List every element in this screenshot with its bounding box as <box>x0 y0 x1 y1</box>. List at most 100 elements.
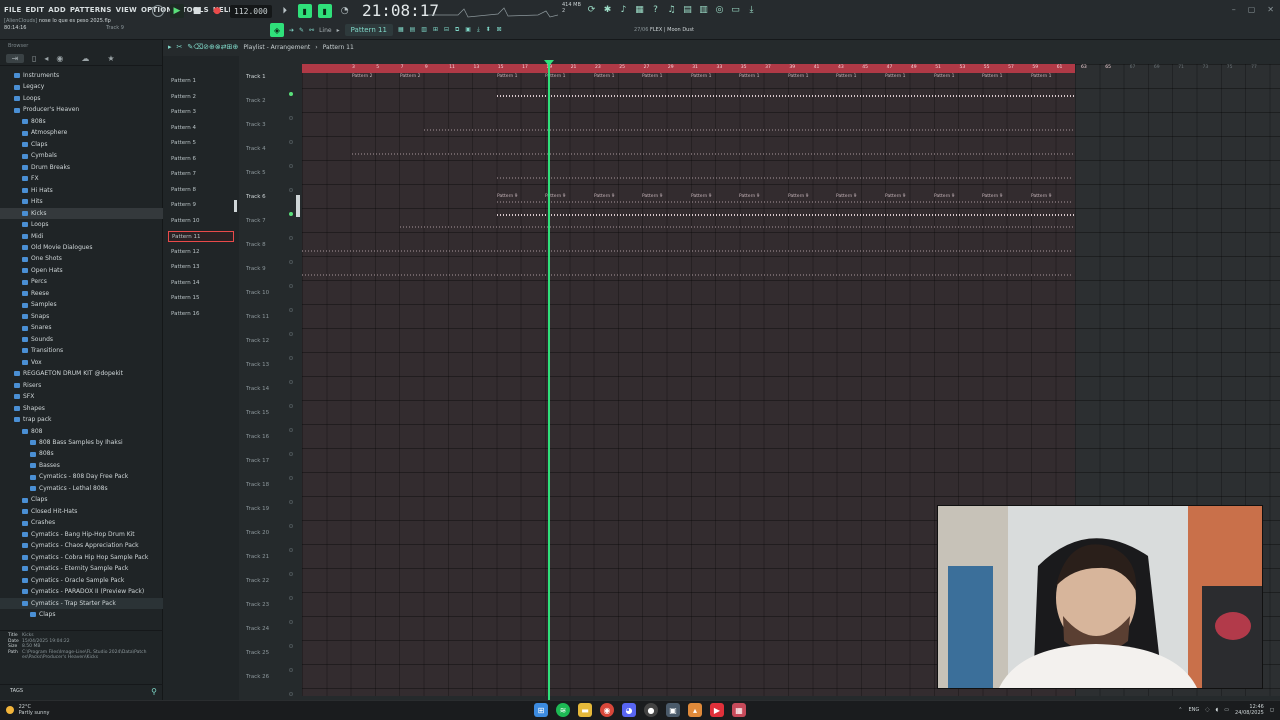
clip-label[interactable]: Pattern 1 <box>885 74 905 79</box>
track-mute-toggle[interactable] <box>289 596 293 600</box>
playlist-icon[interactable]: ▤ <box>682 4 693 15</box>
track-mute-toggle[interactable] <box>289 476 293 480</box>
track-label[interactable]: Track 23 <box>246 602 269 608</box>
pattern-item[interactable]: Pattern 3 <box>168 107 234 118</box>
clip-label[interactable]: Pattern 9 <box>934 194 954 199</box>
browser-folder[interactable]: Transitions <box>0 345 163 356</box>
track-mute-toggle[interactable] <box>289 500 293 504</box>
clip-label[interactable]: Pattern 9 <box>788 194 808 199</box>
video-icon[interactable]: ▭ <box>730 4 741 15</box>
track-mute-toggle[interactable] <box>289 308 293 312</box>
loop-record-icon[interactable]: ▮ <box>317 4 332 18</box>
pattern-item[interactable]: Pattern 10 <box>168 216 234 227</box>
browser-folder[interactable]: Snaps <box>0 311 163 322</box>
browser-folder[interactable]: Cymatics - Chaos Appreciation Pack <box>0 540 163 551</box>
mixer-icon[interactable]: ✱ <box>602 4 613 15</box>
pattern-arrow-icon[interactable]: ▸ <box>337 27 340 34</box>
track-mute-toggle[interactable] <box>289 620 293 624</box>
track-mute-toggle[interactable] <box>289 380 293 384</box>
browser-folder[interactable]: SFX <box>0 391 163 402</box>
clip-label[interactable]: Pattern 1 <box>788 74 808 79</box>
browser-folder[interactable]: Cymatics - Oracle Sample Pack <box>0 575 163 586</box>
chrome-icon[interactable]: ◉ <box>600 703 614 717</box>
track-label[interactable]: Track 12 <box>246 338 269 344</box>
browser-folder[interactable]: Cymatics - 808 Day Free Pack <box>0 471 163 482</box>
clock[interactable]: 12:46 24/08/2025 <box>1235 704 1264 716</box>
browser-folder[interactable]: Cymatics - PARADOX II (Preview Pack) <box>0 586 163 597</box>
pattern-song-toggle[interactable] <box>152 5 164 17</box>
clip-label[interactable]: Pattern 9 <box>836 194 856 199</box>
snap-mode[interactable]: Line <box>319 27 332 34</box>
track-label[interactable]: Track 19 <box>246 506 269 512</box>
track-label[interactable]: Track 5 <box>246 170 266 176</box>
browser-folder[interactable]: 808 <box>0 426 163 437</box>
close-icon[interactable]: ✕ <box>1267 5 1274 14</box>
browser-folder[interactable]: Claps <box>0 139 163 150</box>
track-mute-toggle[interactable] <box>289 212 293 216</box>
track-mute-toggle[interactable] <box>289 284 293 288</box>
track-mute-toggle[interactable] <box>289 404 293 408</box>
countdown-icon[interactable]: ◔ <box>338 4 352 18</box>
volume-icon[interactable]: ◖ <box>1216 707 1219 713</box>
track-mute-toggle[interactable] <box>289 692 293 696</box>
browser-folder[interactable]: Instruments <box>0 70 163 81</box>
clip-label[interactable]: Pattern 9 <box>497 194 517 199</box>
track-label[interactable]: Track 16 <box>246 434 269 440</box>
track-label[interactable]: Track 13 <box>246 362 269 368</box>
browser-folder[interactable]: Loops <box>0 93 163 104</box>
browser-folder[interactable]: Cymbals <box>0 150 163 161</box>
track-label[interactable]: Track 18 <box>246 482 269 488</box>
file-explorer-icon[interactable]: ▬ <box>578 703 592 717</box>
pattern-item[interactable]: Pattern 14 <box>168 278 234 289</box>
files-icon[interactable]: ▯ <box>32 54 36 63</box>
notification-icon[interactable]: ◻ <box>1270 707 1274 713</box>
pencil-icon[interactable]: ✎ <box>299 27 304 34</box>
discord-icon[interactable]: ◕ <box>622 703 636 717</box>
pattern-item[interactable]: Pattern 12 <box>168 247 234 258</box>
star-icon[interactable]: ★ <box>107 54 114 63</box>
track-resize-handle[interactable] <box>296 195 300 217</box>
spotify-icon[interactable]: ≋ <box>556 703 570 717</box>
piano-roll-icon[interactable]: ▦ <box>634 4 645 15</box>
refresh-icon[interactable]: ⟳ <box>586 4 597 15</box>
pattern-item[interactable]: Pattern 16 <box>168 309 234 320</box>
clip-label[interactable]: Pattern 1 <box>982 74 1002 79</box>
chat-icon[interactable]: ◎ <box>714 4 725 15</box>
browser-folder[interactable]: Kicks <box>0 207 163 220</box>
browser-folder[interactable]: Claps <box>0 609 163 620</box>
track-label[interactable]: Track 20 <box>246 530 269 536</box>
browser-folder[interactable]: Basses <box>0 460 163 471</box>
track-label[interactable]: Track 6 <box>246 194 266 200</box>
browser-folder[interactable]: Sounds <box>0 334 163 345</box>
download-icon[interactable]: ⤓ <box>746 4 757 15</box>
browser-folder[interactable]: Snares <box>0 322 163 333</box>
track-label[interactable]: Track 21 <box>246 554 269 560</box>
track-mute-toggle[interactable] <box>289 668 293 672</box>
browser-folder[interactable]: Loops <box>0 219 163 230</box>
clip-label[interactable]: Pattern 1 <box>497 74 517 79</box>
browser-folder[interactable]: Legacy <box>0 81 163 92</box>
browser-folder[interactable]: trap pack <box>0 414 163 425</box>
playhead[interactable] <box>548 62 550 700</box>
track-mute-toggle[interactable] <box>289 548 293 552</box>
clip-label[interactable]: Pattern 9 <box>642 194 662 199</box>
clip-label[interactable]: Pattern 9 <box>739 194 759 199</box>
pattern-item[interactable]: Pattern 1 <box>168 76 234 87</box>
maximize-icon[interactable]: ▢ <box>1248 5 1256 14</box>
clip-label[interactable]: Pattern 1 <box>642 74 662 79</box>
pattern-item[interactable]: Pattern 2 <box>168 92 234 103</box>
track-label[interactable]: Track 15 <box>246 410 269 416</box>
obs-icon[interactable]: ● <box>644 703 658 717</box>
browser-folder[interactable]: One Shots <box>0 254 163 265</box>
clip-label[interactable]: Pattern 1 <box>1031 74 1051 79</box>
menu-patterns[interactable]: PATTERNS <box>70 6 112 14</box>
track-mute-toggle[interactable] <box>289 524 293 528</box>
draw-tools-icon[interactable]: ✎⌫⊘⊕⊗⇄⊞⊕ <box>187 43 238 51</box>
track-mute-toggle[interactable] <box>289 644 293 648</box>
track-mute-toggle[interactable] <box>289 92 293 96</box>
pattern-item[interactable]: Pattern 8 <box>168 185 234 196</box>
track-mute-toggle[interactable] <box>289 428 293 432</box>
language-indicator[interactable]: ENG <box>1188 707 1199 713</box>
browser-folder[interactable]: Drum Breaks <box>0 162 163 173</box>
clip-label[interactable]: Pattern 1 <box>836 74 856 79</box>
